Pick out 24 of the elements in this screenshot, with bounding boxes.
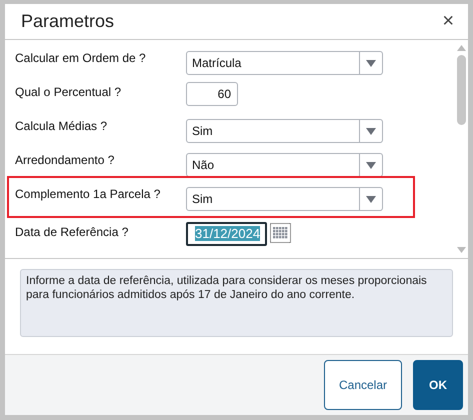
dropdown[interactable]: Não: [186, 153, 383, 177]
help-text: Informe a data de referência, utilizada para considerar os meses proporcionais para funcionários admitidos após 17 de Janeiro do ano corrente.: [20, 269, 453, 337]
field-label: Qual o Percentual ?: [15, 84, 122, 99]
scroll-down-icon[interactable]: [456, 247, 466, 253]
field-label: Complemento 1a Parcela ?: [15, 186, 162, 201]
ok-button[interactable]: OK: [413, 360, 463, 410]
dropdown-arrow-icon: [366, 60, 376, 66]
scrollbar-thumb[interactable]: [456, 55, 466, 125]
dropdown-arrow-icon: [366, 196, 376, 202]
close-button[interactable]: ×: [438, 10, 458, 33]
number-field[interactable]: 60: [186, 82, 238, 106]
dropdown-arrow-icon: [366, 128, 376, 134]
dropdown-arrow-icon: [366, 162, 376, 168]
dropdown[interactable]: Sim: [186, 187, 383, 211]
field-label: Calcular em Ordem de ?: [15, 50, 147, 65]
dropdown[interactable]: Matrícula: [186, 51, 383, 75]
field-label: Calcula Médias ?: [15, 118, 108, 133]
cancel-button[interactable]: Cancelar: [324, 360, 402, 410]
scroll-up-icon[interactable]: [456, 45, 466, 51]
dropdown[interactable]: Sim: [186, 119, 383, 143]
calendar-icon[interactable]: [270, 223, 291, 243]
field-label: Arredondamento ?: [15, 152, 116, 167]
field-label: Data de Referência ?: [15, 224, 130, 239]
window-title: Parametros: [21, 11, 114, 32]
